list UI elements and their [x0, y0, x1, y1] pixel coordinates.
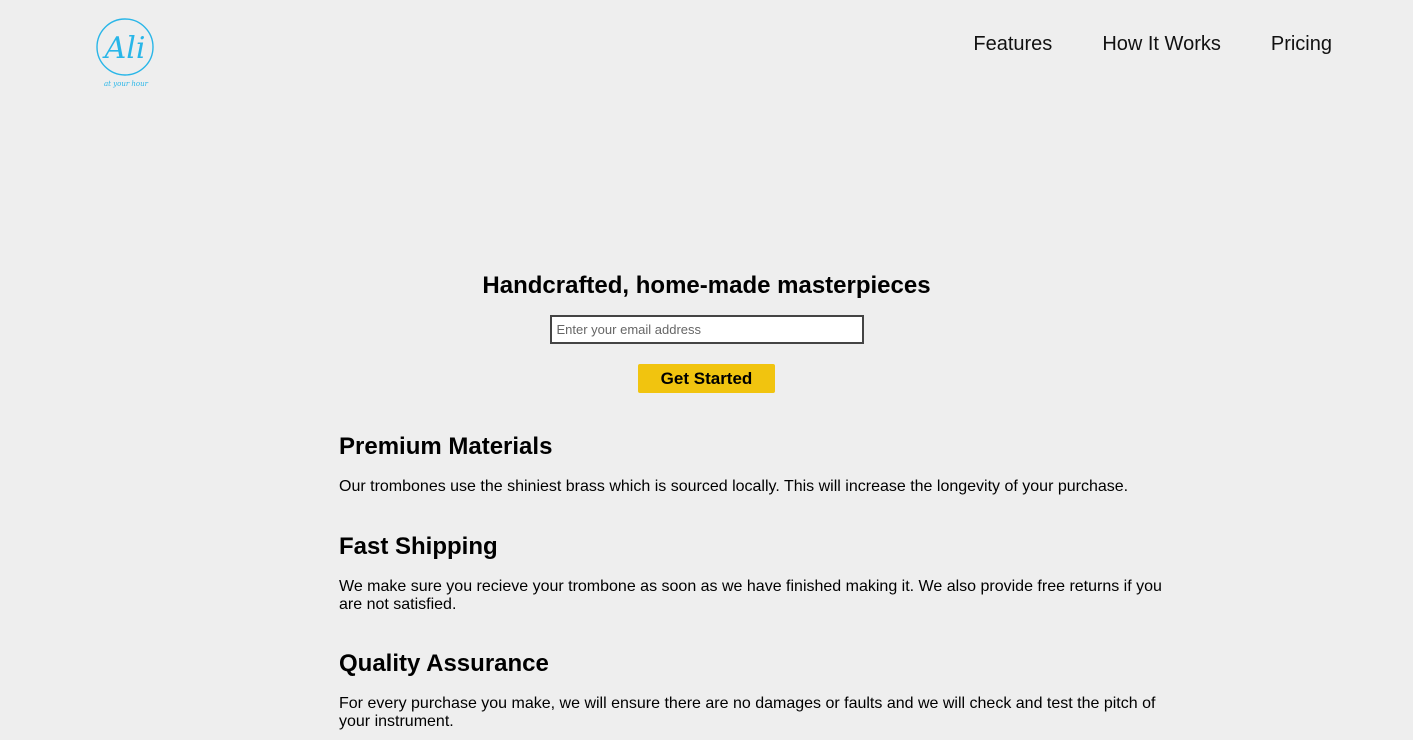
- feature-title: Premium Materials: [339, 433, 553, 460]
- feature-text: Our trombones use the shiniest brass whi…: [339, 478, 1129, 495]
- logo-tagline: at your hour: [104, 80, 149, 88]
- feature-title: Fast Shipping: [339, 533, 498, 560]
- brand-logo[interactable]: Ali at your hour: [90, 14, 160, 90]
- features-section: Premium Materials Our trombones use the …: [339, 430, 1169, 731]
- landing-page: Ali at your hour Features How It Works P…: [0, 0, 1413, 740]
- nav-link-how-it-works[interactable]: How It Works: [1102, 31, 1221, 57]
- feature-premium-materials: Premium Materials Our trombones use the …: [339, 430, 1169, 496]
- get-started-button[interactable]: Get Started: [638, 364, 775, 393]
- feature-fast-shipping: Fast Shipping We make sure you recieve y…: [339, 530, 1169, 614]
- feature-quality-assurance: Quality Assurance For every purchase you…: [339, 647, 1169, 731]
- logo-name: Ali: [102, 31, 146, 66]
- hero-title: Handcrafted, home-made masterpieces: [482, 272, 931, 299]
- feature-text: We make sure you recieve your trombone a…: [339, 578, 1162, 613]
- nav-link-features[interactable]: Features: [973, 31, 1052, 57]
- email-input[interactable]: [549, 315, 864, 344]
- nav-link-pricing[interactable]: Pricing: [1271, 31, 1332, 57]
- main-nav: Features How It Works Pricing: [923, 31, 1332, 57]
- logo-mark-icon: Ali at your hour: [96, 18, 154, 88]
- feature-title: Quality Assurance: [339, 650, 549, 677]
- feature-text: For every purchase you make, we will ens…: [339, 695, 1156, 730]
- hero-section: Handcrafted, home-made masterpieces Get …: [0, 270, 1413, 393]
